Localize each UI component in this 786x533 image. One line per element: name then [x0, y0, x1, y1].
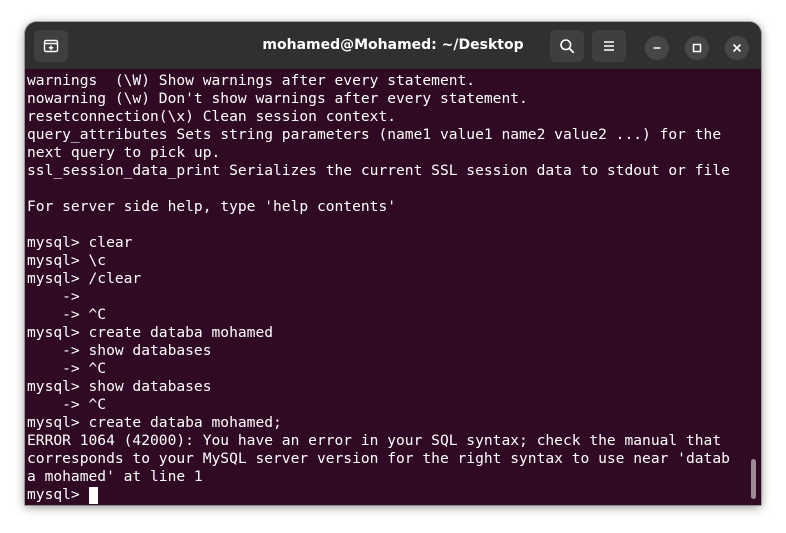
- terminal-line: ssl_session_data_print Serializes the cu…: [27, 162, 730, 179]
- terminal-line: -> ^C: [27, 360, 107, 377]
- maximize-button[interactable]: [685, 36, 709, 60]
- close-button[interactable]: [725, 36, 749, 60]
- terminal-line: mysql> create databa mohamed;: [27, 414, 282, 431]
- new-tab-button[interactable]: [34, 30, 68, 62]
- terminal-line: For server side help, type 'help content…: [27, 198, 397, 215]
- new-tab-icon: [43, 39, 59, 53]
- terminal-window: mohamed@Mohamed: ~/Desktop warnings (\W)…: [25, 22, 761, 505]
- minimize-button[interactable]: [645, 36, 669, 60]
- terminal-line: next query to pick up.: [27, 144, 221, 161]
- title-bar: mohamed@Mohamed: ~/Desktop: [25, 22, 761, 69]
- close-icon: [732, 43, 742, 53]
- terminal-line: a mohamed' at line 1: [27, 468, 203, 485]
- terminal-line: nowarning (\w) Don't show warnings after…: [27, 90, 528, 107]
- terminal-line: ERROR 1064 (42000): You have an error in…: [27, 432, 722, 449]
- terminal-line: resetconnection(\x) Clean session contex…: [27, 108, 397, 125]
- terminal-line: -> ^C: [27, 396, 107, 413]
- scrollbar-thumb[interactable]: [751, 459, 756, 499]
- terminal-line: mysql> \c: [27, 252, 107, 269]
- terminal-output[interactable]: warnings (\W) Show warnings after every …: [25, 69, 761, 505]
- active-prompt-line[interactable]: mysql>: [27, 486, 730, 504]
- search-icon: [560, 39, 575, 54]
- text-cursor: [88, 486, 98, 504]
- terminal-line: corresponds to your MySQL server version…: [27, 450, 730, 467]
- menu-button[interactable]: [592, 30, 626, 62]
- terminal-line: mysql> create databa mohamed: [27, 324, 274, 341]
- maximize-icon: [692, 43, 702, 53]
- terminal-line: mysql> /clear: [27, 270, 142, 287]
- terminal-line: ->: [27, 288, 80, 305]
- search-button[interactable]: [550, 30, 584, 62]
- hamburger-menu-icon: [604, 41, 614, 51]
- terminal-line: mysql> show databases: [27, 378, 212, 395]
- terminal-line: -> show databases: [27, 342, 212, 359]
- terminal-line: warnings (\W) Show warnings after every …: [27, 72, 476, 89]
- terminal-line: query_attributes Sets string parameters …: [27, 126, 722, 143]
- minimize-icon: [653, 47, 661, 49]
- mysql-prompt: mysql>: [27, 486, 89, 503]
- terminal-lines: warnings (\W) Show warnings after every …: [27, 72, 730, 504]
- terminal-line: -> ^C: [27, 306, 107, 323]
- terminal-line: mysql> clear: [27, 234, 133, 251]
